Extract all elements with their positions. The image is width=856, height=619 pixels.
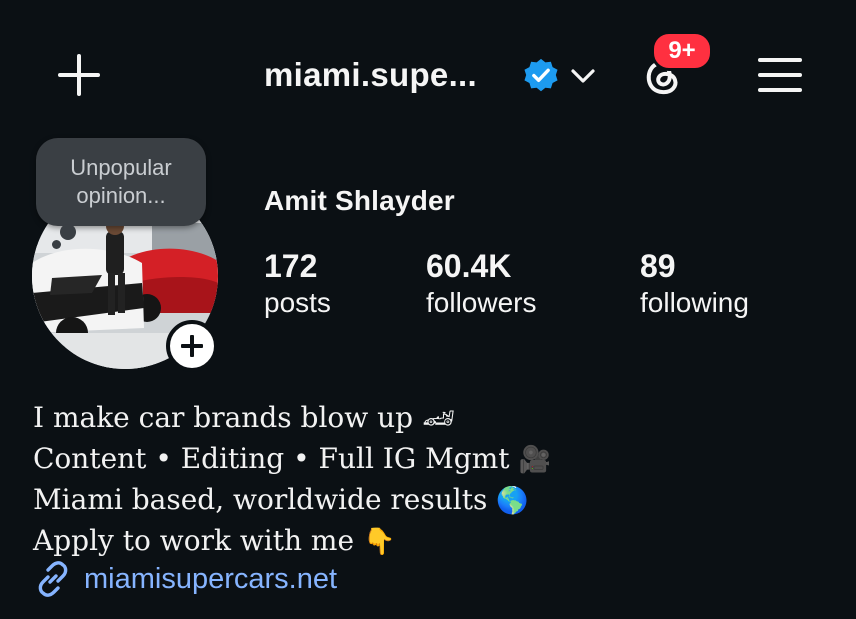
bio: I make car brands blow up 🏎 Content • Ed… <box>33 398 551 562</box>
notification-badge: 9+ <box>651 31 713 71</box>
following-label: following <box>640 287 749 318</box>
bio-text: Apply to work with me <box>33 524 355 557</box>
posts-label: posts <box>264 287 331 318</box>
bio-text: I make car brands blow up <box>33 401 414 434</box>
bio-text: Miami based, worldwide results <box>33 483 488 516</box>
hamburger-menu-icon[interactable] <box>758 56 804 94</box>
followers-label: followers <box>426 287 537 318</box>
pointing-down-emoji: 👇 <box>362 527 396 557</box>
note-line-1: Unpopular <box>70 155 172 180</box>
bio-link-text: miamisupercars.net <box>84 562 338 595</box>
note-line-2: opinion... <box>76 183 166 208</box>
create-plus-icon[interactable] <box>56 52 102 98</box>
bio-line: Apply to work with me 👇 <box>33 521 551 562</box>
bio-line: Miami based, worldwide results 🌎 <box>33 480 551 521</box>
display-name: Amit Shlayder <box>264 185 455 216</box>
verified-badge-icon <box>524 58 558 92</box>
note-bubble-tail-small <box>52 240 61 249</box>
add-story-plus-icon[interactable] <box>166 320 218 372</box>
race-car-emoji: 🏎 <box>422 404 456 434</box>
bio-text: Content • Editing • Full IG Mgmt <box>33 442 510 475</box>
username-switcher[interactable]: miami.supe... <box>264 56 477 94</box>
posts-stat[interactable]: 172 posts <box>264 247 331 321</box>
following-stat[interactable]: 89 following <box>640 247 749 321</box>
globe-emoji: 🌎 <box>496 486 529 516</box>
bio-line: Content • Editing • Full IG Mgmt 🎥 <box>33 439 551 480</box>
movie-camera-emoji: 🎥 <box>518 445 551 475</box>
note-bubble[interactable]: Unpopular opinion... <box>36 138 206 226</box>
bio-link[interactable]: miamisupercars.net <box>34 560 337 598</box>
followers-stat[interactable]: 60.4K followers <box>426 247 536 321</box>
chevron-down-icon[interactable] <box>568 63 598 89</box>
link-icon <box>38 561 68 597</box>
note-bubble-tail <box>60 224 76 240</box>
following-count: 89 <box>640 248 676 284</box>
followers-count: 60.4K <box>426 248 512 284</box>
bio-line: I make car brands blow up 🏎 <box>33 398 551 439</box>
posts-count: 172 <box>264 248 318 284</box>
